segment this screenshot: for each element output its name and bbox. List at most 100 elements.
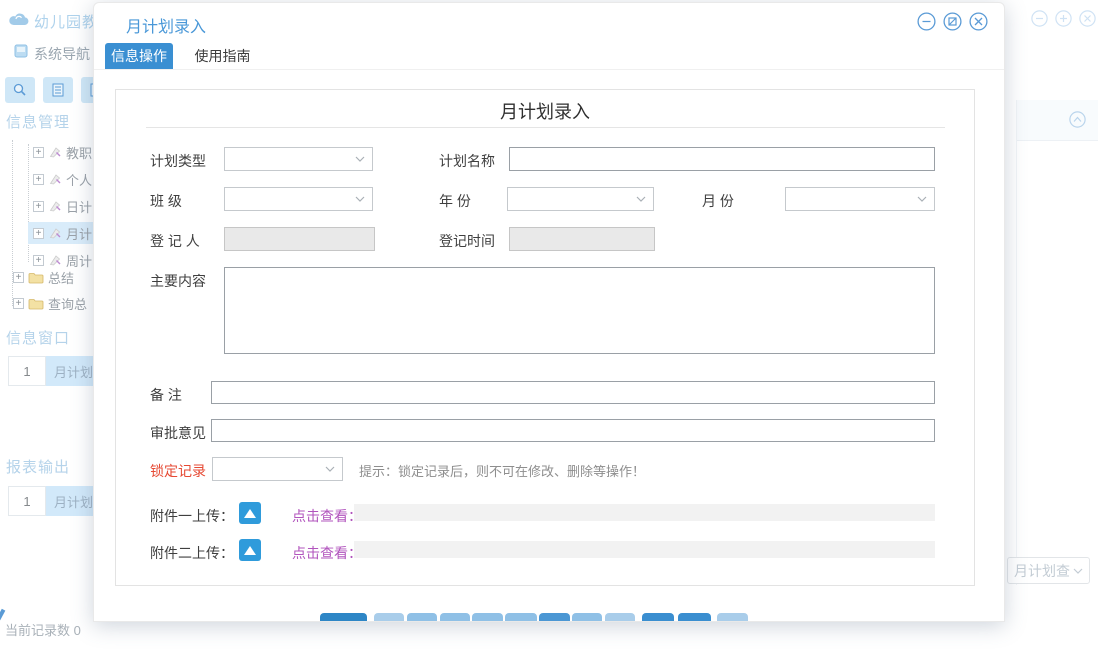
- reg-time-input: [509, 227, 655, 251]
- plan-pencil-icon: [48, 253, 62, 267]
- bottom-action-button[interactable]: [605, 613, 635, 622]
- chevron-down-icon: [325, 466, 335, 472]
- lock-record-hint: 提示：锁定记录后，则不可在修改、删除等操作！: [359, 461, 645, 480]
- upload-arrow-icon: [244, 509, 256, 518]
- document-table-icon: [50, 82, 66, 98]
- attachment2-file-field: [354, 541, 935, 558]
- tab-info-operation[interactable]: 信息操作: [105, 43, 173, 69]
- registrant-label: 登 记 人: [150, 231, 200, 251]
- nav-menu-label[interactable]: 系统导航: [34, 44, 90, 64]
- report-row-number: 1: [8, 486, 46, 516]
- bottom-action-button[interactable]: [374, 613, 404, 622]
- chevron-down-icon: [917, 196, 927, 202]
- plan-type-select[interactable]: [224, 147, 373, 171]
- plan-query-select[interactable]: 月计划查: [1007, 557, 1090, 584]
- tab-user-guide[interactable]: 使用指南: [191, 43, 254, 69]
- folder-icon: [28, 297, 44, 310]
- attachment1-label: 附件一上传：: [150, 506, 234, 526]
- tree-folder-summary[interactable]: + 总结: [13, 266, 74, 288]
- close-icon[interactable]: [1079, 10, 1096, 27]
- plan-pencil-icon: [48, 199, 62, 213]
- bottom-action-button[interactable]: [539, 613, 570, 622]
- reg-time-label: 登记时间: [439, 231, 495, 251]
- chevron-down-icon: [1073, 568, 1083, 574]
- entry-form-panel: 月计划录入 计划类型 计划名称 班 级 年 份 月 份: [115, 89, 975, 586]
- close-icon[interactable]: [969, 12, 988, 31]
- plan-query-select-value: 月计划查: [1014, 561, 1070, 581]
- attachment2-upload-button[interactable]: [239, 539, 261, 561]
- search-icon: [12, 82, 28, 98]
- tree-item-label: 日计: [66, 197, 92, 216]
- tree-item-plan-3[interactable]: + 日计: [33, 195, 92, 217]
- bottom-action-button[interactable]: [717, 613, 748, 622]
- year-label: 年 份: [439, 191, 471, 211]
- report-tool-button[interactable]: [43, 77, 73, 103]
- minimize-icon[interactable]: [1031, 10, 1048, 27]
- title-underline: [146, 127, 945, 128]
- form-title: 月计划录入: [116, 98, 974, 124]
- bottom-action-button[interactable]: [407, 613, 437, 622]
- maximize-icon[interactable]: [1055, 10, 1072, 27]
- expand-icon[interactable]: +: [33, 255, 44, 266]
- plan-pencil-icon: [48, 226, 62, 240]
- tree-folder-query-summary[interactable]: + 查询总: [13, 292, 87, 314]
- approval-input[interactable]: [211, 419, 935, 442]
- tree-item-label: 总结: [48, 268, 74, 287]
- plan-name-label: 计划名称: [439, 151, 495, 171]
- dialog-title: 月计划录入: [126, 13, 206, 37]
- class-label: 班 级: [150, 191, 182, 211]
- tab-divider: [94, 69, 1004, 70]
- expand-icon[interactable]: +: [13, 272, 24, 283]
- class-select[interactable]: [224, 187, 373, 211]
- collapse-panel-icon[interactable]: [1069, 111, 1086, 128]
- chevron-down-icon: [636, 196, 646, 202]
- remark-input[interactable]: [211, 381, 935, 404]
- expand-icon[interactable]: +: [33, 147, 44, 158]
- right-panel-divider: [1016, 100, 1017, 585]
- tree-item-plan-2[interactable]: + 个人: [33, 168, 92, 190]
- tree-item-plan-1[interactable]: + 教职: [33, 141, 92, 163]
- tree-item-monthly-plan-selected[interactable]: + 月计: [33, 222, 92, 244]
- info-window-row-number: 1: [8, 356, 46, 386]
- bottom-action-button[interactable]: [642, 613, 674, 622]
- tree-connector-line: [28, 144, 29, 262]
- tree-item-label: 个人: [66, 170, 92, 189]
- app-window: 幼儿园教 系统导航 信息管理 + 教职: [0, 0, 1098, 655]
- attachment1-upload-button[interactable]: [239, 502, 261, 524]
- chevron-down-icon: [355, 156, 365, 162]
- year-select[interactable]: [507, 187, 654, 211]
- bottom-action-button[interactable]: [572, 613, 602, 622]
- bottom-action-button[interactable]: [472, 613, 503, 622]
- bottom-action-button[interactable]: [505, 613, 537, 622]
- month-select[interactable]: [785, 187, 935, 211]
- remark-label: 备 注: [150, 385, 182, 405]
- month-label: 月 份: [702, 191, 734, 211]
- minimize-icon[interactable]: [917, 12, 936, 31]
- plan-name-input[interactable]: [509, 147, 935, 171]
- monthly-plan-entry-dialog: 月计划录入 信息操作 使用指南 月计划录入 计划类型: [93, 2, 1005, 622]
- plan-pencil-icon: [48, 172, 62, 186]
- main-window-controls: [1031, 10, 1096, 27]
- attachment2-view-link[interactable]: 点击查看：: [292, 543, 362, 563]
- search-tool-button[interactable]: [5, 77, 35, 103]
- record-count-status: 当前记录数 0: [5, 620, 81, 639]
- expand-icon[interactable]: +: [33, 174, 44, 185]
- main-content-textarea[interactable]: [224, 267, 935, 354]
- attachment2-label: 附件二上传：: [150, 543, 234, 563]
- lock-record-select[interactable]: [212, 457, 343, 481]
- expand-icon[interactable]: +: [13, 298, 24, 309]
- upload-arrow-icon: [244, 546, 256, 555]
- bottom-action-button[interactable]: [678, 613, 711, 622]
- app-logo-icon: [7, 10, 31, 28]
- restore-icon[interactable]: [943, 12, 962, 31]
- expand-icon[interactable]: +: [33, 228, 44, 239]
- app-title: 幼儿园教: [34, 11, 98, 32]
- chevron-down-icon: [355, 196, 365, 202]
- section-info-management: 信息管理: [6, 111, 70, 132]
- section-info-window: 信息窗口: [6, 327, 70, 348]
- bottom-action-button[interactable]: [440, 613, 470, 622]
- nav-icon: [14, 44, 28, 58]
- attachment1-view-link[interactable]: 点击查看：: [292, 506, 362, 526]
- expand-icon[interactable]: +: [33, 201, 44, 212]
- bottom-action-button[interactable]: [320, 613, 367, 622]
